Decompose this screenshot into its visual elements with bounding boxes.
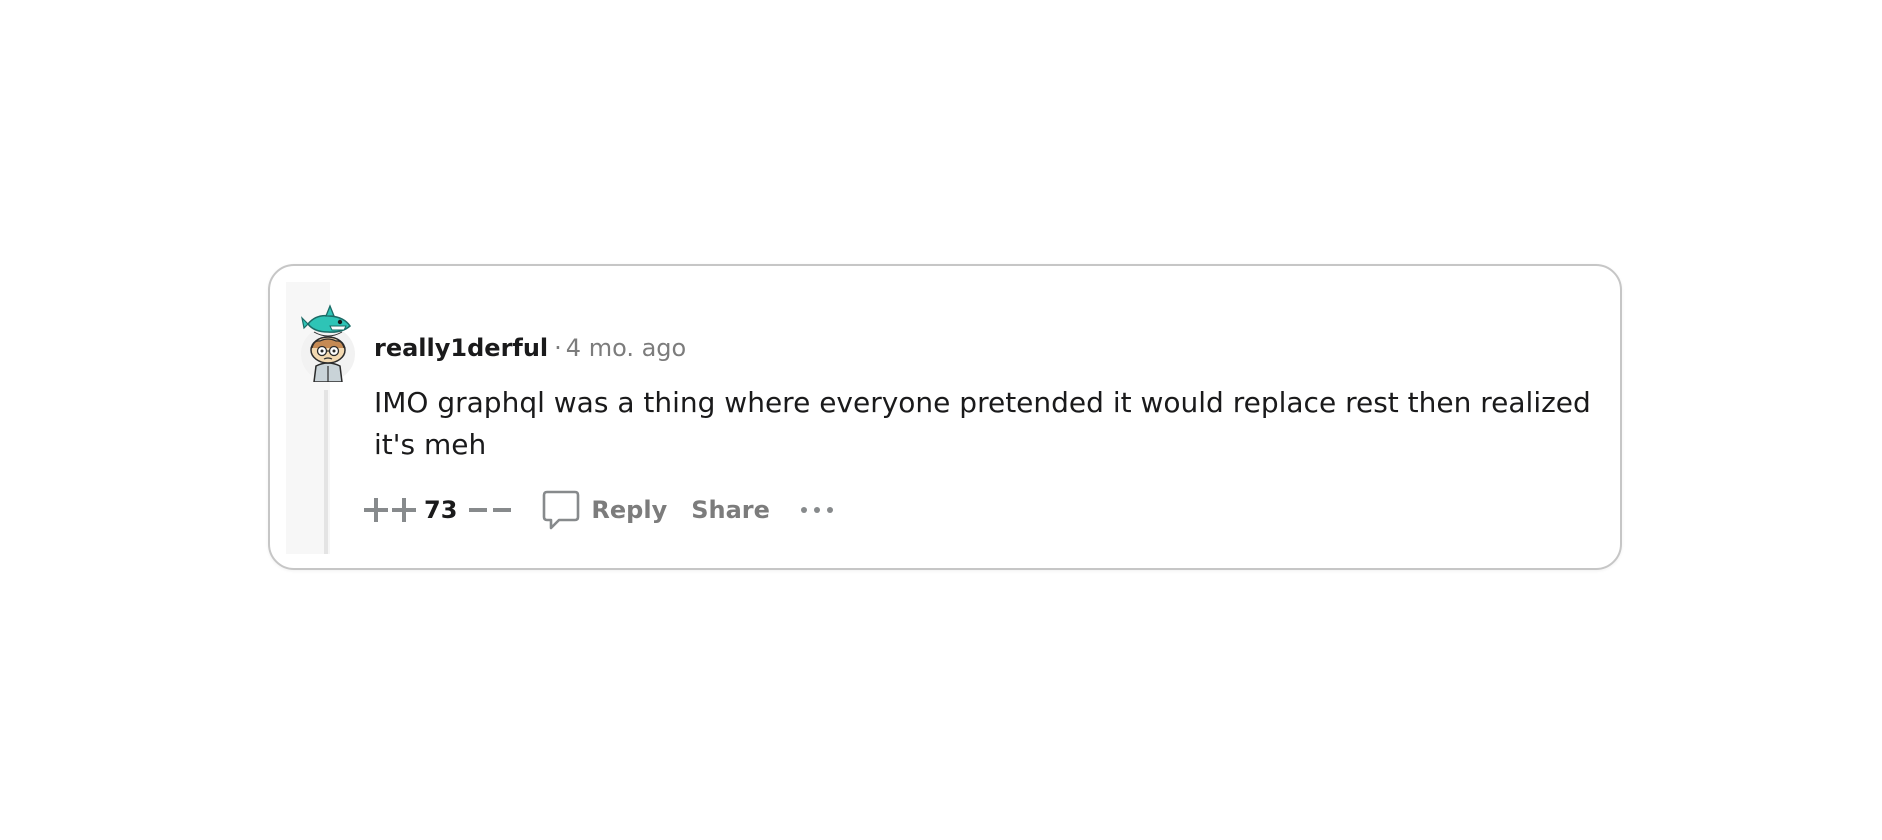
comment-age[interactable]: 4 mo. ago bbox=[566, 334, 686, 362]
snoo-avatar-icon bbox=[301, 304, 355, 383]
user-avatar[interactable] bbox=[300, 304, 356, 383]
upvote-button[interactable] bbox=[364, 488, 418, 532]
comment-body: IMO graphql was a thing where everyone p… bbox=[374, 386, 1591, 461]
reply-button[interactable]: Reply bbox=[541, 489, 667, 531]
ellipsis-icon bbox=[800, 507, 833, 513]
downvote-icon bbox=[469, 508, 512, 512]
reply-label: Reply bbox=[591, 496, 668, 524]
comment-bubble-icon bbox=[543, 490, 580, 530]
share-button[interactable]: Share bbox=[691, 496, 770, 524]
comment-card: really1derful · 4 mo. ago IMO graphql was … bbox=[268, 264, 1622, 570]
comment-actions: 73 Reply Share bbox=[364, 488, 834, 532]
thread-line[interactable] bbox=[324, 390, 328, 554]
comment-meta: really1derful · 4 mo. ago bbox=[374, 332, 686, 364]
username-link[interactable]: really1derful bbox=[374, 334, 548, 362]
upvote-icon bbox=[364, 498, 416, 522]
share-label: Share bbox=[691, 496, 770, 524]
meta-separator: · bbox=[554, 334, 562, 362]
vote-score: 73 bbox=[424, 496, 458, 524]
downvote-button[interactable] bbox=[469, 488, 515, 532]
more-options-button[interactable] bbox=[800, 505, 834, 515]
